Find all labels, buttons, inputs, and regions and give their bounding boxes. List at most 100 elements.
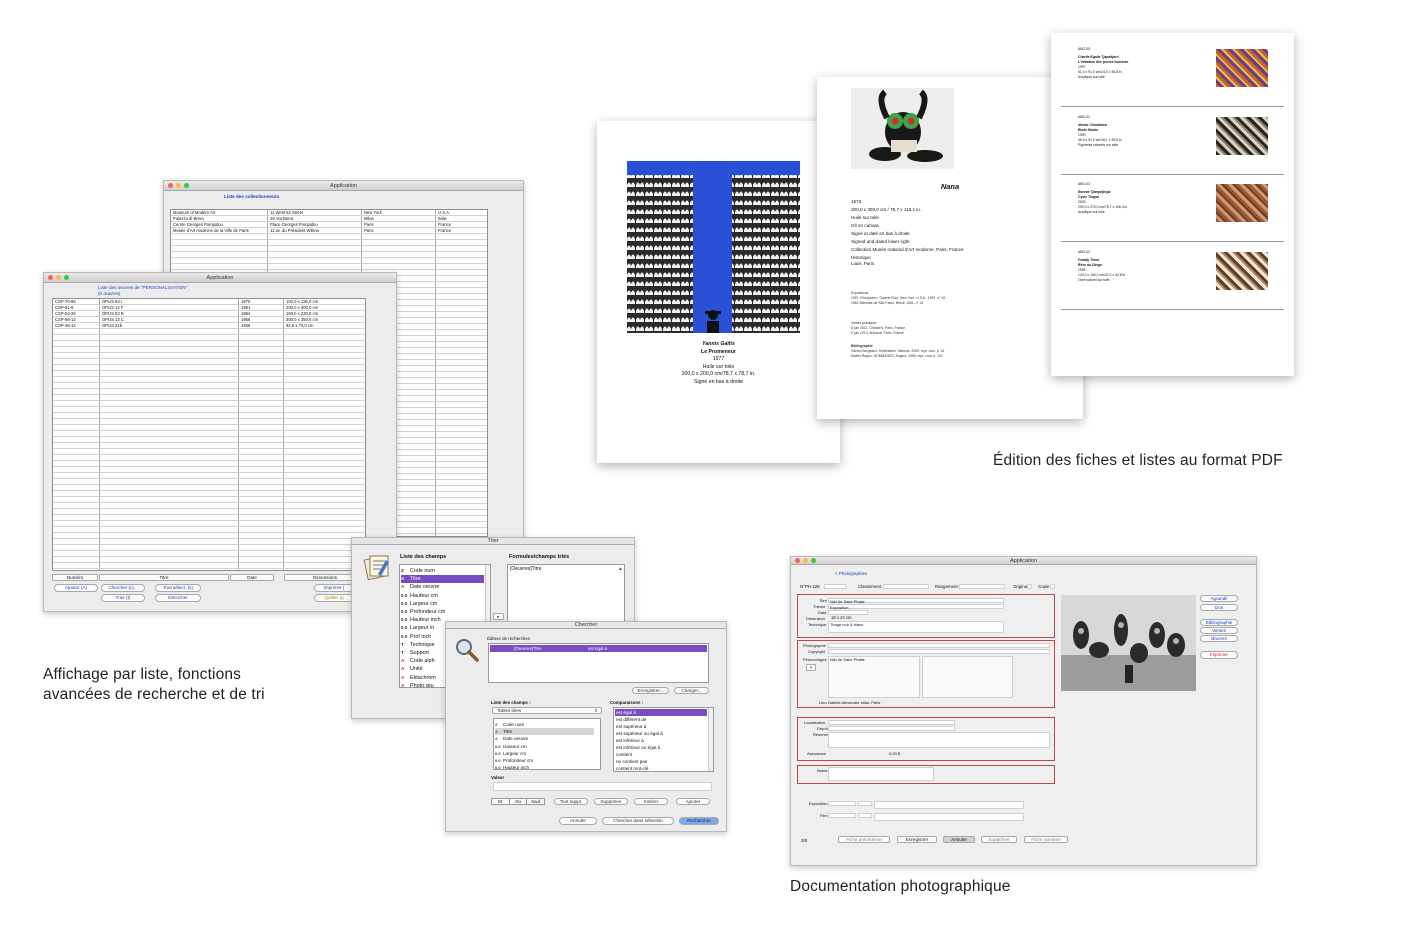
logic-et[interactable]: Et [492, 799, 510, 804]
field-item[interactable]: 0.0 Profondeur cm [495, 757, 594, 764]
delete-button[interactable]: Supprimer [981, 836, 1017, 843]
add-person-button[interactable]: + [806, 664, 816, 671]
comparison-item[interactable]: est inférieur à [615, 737, 707, 744]
comparison-item[interactable]: contient [615, 751, 707, 758]
field-item[interactable]: 0.0 Hauteur inch [495, 764, 594, 769]
sorted-list[interactable]: [Oeuvres]Titre ▲ [507, 564, 625, 624]
column-header-date[interactable]: Date [230, 574, 274, 581]
table-row[interactable] [53, 563, 365, 569]
value-input[interactable] [493, 782, 712, 791]
original-checkbox[interactable] [1027, 584, 1032, 589]
search-button[interactable]: Chercher (c)... [101, 584, 145, 592]
notes-field[interactable] [828, 767, 934, 781]
next-record-button[interactable]: Fiche suivante [1024, 836, 1068, 843]
num-field[interactable] [824, 584, 846, 589]
logic-segment[interactable]: Et Ou Sauf [491, 798, 545, 805]
field-item[interactable]: A Titre [495, 728, 594, 736]
breadcrumb[interactable]: < Photographies [835, 571, 867, 576]
cancel-button[interactable]: Annuler [943, 836, 975, 843]
localisation-field[interactable] [828, 720, 955, 725]
enlarge-button[interactable]: Agrandir [1200, 595, 1238, 602]
select-all-button[interactable]: Tout sélect. (s) [155, 584, 201, 592]
technique-field[interactable]: Tirage noir & blanc [828, 621, 1004, 633]
comparison-item[interactable]: ne contient pas [615, 758, 707, 765]
load-query-button[interactable]: Charger... [674, 687, 709, 694]
insert-button[interactable]: Insérer [634, 798, 668, 805]
zoom-button[interactable] [64, 275, 69, 280]
search-button[interactable]: Rechercher [679, 817, 719, 825]
exposition-field-2[interactable] [858, 801, 872, 806]
field-item[interactable]: 0.0 Largeur cm [401, 600, 484, 608]
works-button[interactable]: Œuvres [1200, 635, 1238, 642]
minimize-button[interactable] [176, 183, 181, 188]
field-item[interactable]: 0.0 Profondeur cm [401, 608, 484, 616]
sort-button[interactable]: Trier (t) [101, 594, 145, 602]
titre-field[interactable]: Niki de Saint Phalle [828, 598, 1004, 604]
print-button[interactable]: Imprimer ( [314, 584, 354, 592]
rangement-field[interactable] [959, 584, 1005, 589]
back-side-button[interactable]: Dos [1200, 604, 1238, 611]
quit-button[interactable]: Quitter (q [314, 594, 354, 602]
field-item[interactable]: A Date oeuvre [495, 735, 594, 742]
delete-button[interactable]: Supprimer [594, 798, 628, 805]
comparison-item[interactable]: contient mot-clé [615, 765, 707, 771]
add-criterion-button[interactable]: Ajouter [676, 798, 710, 805]
close-button[interactable] [48, 275, 53, 280]
add-button[interactable]: Ajouter (A) [54, 584, 98, 592]
field-item[interactable]: A Titre [401, 575, 484, 584]
comparison-item[interactable]: est supérieur ou égal à [615, 730, 707, 737]
scrollbar[interactable] [708, 708, 713, 771]
criterion-row[interactable]: [Oeuvres]Titre est égal à [490, 645, 707, 652]
film-field-2[interactable] [858, 813, 872, 818]
logic-sauf[interactable]: Sauf [527, 799, 544, 804]
copyright-field[interactable] [828, 649, 1050, 654]
cancel-button[interactable]: Annuler [559, 817, 597, 825]
comparison-item[interactable]: est supérieur à [615, 723, 707, 730]
copie-checkbox[interactable] [1050, 584, 1055, 589]
comparisons-list[interactable]: est égal à est différent de est supérieur … [613, 707, 714, 772]
deselect-button[interactable]: Décocher [155, 594, 201, 602]
minimize-button[interactable] [803, 558, 808, 563]
reserve-field[interactable] [828, 732, 1050, 748]
add-to-sort-button[interactable]: ▸ [493, 613, 504, 620]
bibliography-button[interactable]: Bibliographie [1200, 619, 1238, 626]
criteria-editor[interactable]: [Oeuvres]Titre est égal à [488, 643, 709, 683]
logic-ou[interactable]: Ou [510, 799, 528, 804]
exposition-field-1[interactable] [828, 801, 856, 806]
comparison-item[interactable]: est égal à [615, 709, 707, 716]
column-header-titre[interactable]: Titre [99, 574, 229, 581]
works-table[interactable]: CSP-70-65 OPUS 53 I 1970 102,0 x 130,0 cm CS… [52, 298, 366, 571]
sales-button[interactable]: Ventes [1200, 627, 1238, 634]
search-fields-list[interactable]: Z Code num A Titre A Date oeuvre 0.0 Hauteur cm… [493, 718, 601, 770]
comparison-item[interactable]: est inférieur ou égal à [615, 744, 707, 751]
sorted-item[interactable]: [Oeuvres]Titre [510, 567, 542, 572]
save-button[interactable]: Enregistrer [897, 836, 937, 843]
field-item[interactable]: Z Code num [495, 721, 594, 728]
scroll-up-icon[interactable]: ▲ [618, 566, 623, 572]
comparison-item[interactable]: est différent de [615, 716, 707, 723]
field-item[interactable]: 0.0 Largeur cm [495, 750, 594, 757]
close-button[interactable] [168, 183, 173, 188]
personnages-detail[interactable] [922, 656, 1013, 698]
exposition-field-3[interactable] [874, 801, 1024, 809]
zoom-button[interactable] [811, 558, 816, 563]
minimize-button[interactable] [56, 275, 61, 280]
previous-record-button[interactable]: Fiche précédente [838, 836, 890, 843]
field-item[interactable]: Z Code num [401, 567, 484, 575]
photographe-field[interactable] [828, 643, 1050, 648]
depot-field[interactable] [828, 726, 955, 731]
print-button[interactable]: Imprimer [1200, 651, 1238, 659]
search-in-selection-button[interactable]: Chercher dans sélection [602, 817, 674, 825]
field-item[interactable]: 0.0 Hauteur cm [495, 743, 594, 750]
save-query-button[interactable]: Enregistrer... [632, 687, 669, 694]
personnages-list[interactable]: Niki de Saint Phalle [828, 656, 920, 698]
film-field-3[interactable] [874, 813, 1024, 821]
column-header-numero[interactable]: Numéro [52, 574, 98, 581]
field-item[interactable]: 0.0 Hauteur cm [401, 592, 484, 600]
theme-field[interactable]: Exposition [828, 604, 1004, 610]
delete-all-button[interactable]: Tout suppr. [554, 798, 588, 805]
tables-dropdown[interactable]: Tables liées ⇕ [492, 707, 602, 714]
film-field-1[interactable] [828, 813, 856, 818]
field-item[interactable]: A Date oeuvre [401, 583, 484, 591]
classement-field[interactable] [883, 584, 929, 589]
